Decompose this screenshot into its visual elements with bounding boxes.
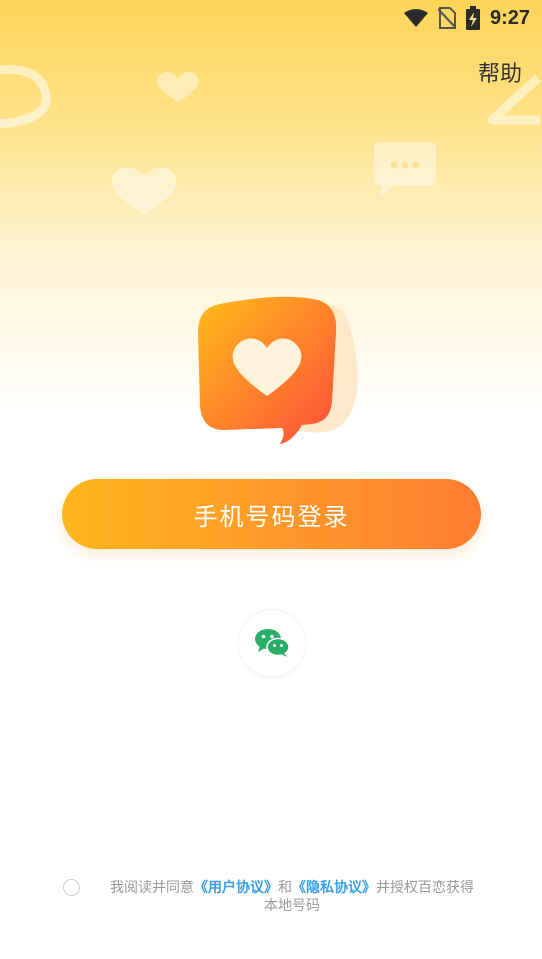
status-time: 9:27	[489, 6, 530, 29]
deco-chat-bubble-icon	[374, 142, 436, 196]
status-icons: 9:27	[403, 4, 530, 32]
user-agreement-link[interactable]: 《用户协议》	[194, 879, 278, 895]
deco-heart-icon	[156, 71, 200, 102]
wechat-login-button[interactable]	[238, 609, 306, 677]
agreement-suffix-line2: 本地号码	[264, 897, 320, 913]
status-bar: 9:27	[0, 0, 542, 36]
agreement-prefix: 我阅读并同意	[110, 879, 194, 895]
app-logo-icon	[198, 296, 358, 444]
privacy-agreement-link[interactable]: 《隐私协议》	[292, 879, 376, 895]
wifi-icon	[403, 9, 428, 27]
agreement-and: 和	[278, 879, 292, 895]
agreement-text: 我阅读并同意《用户协议》和《隐私协议》并授权百恋获得 本地号码	[92, 878, 492, 914]
wechat-icon	[255, 629, 290, 657]
help-button[interactable]: 帮助	[478, 56, 522, 88]
deco-heart-large-icon	[111, 167, 177, 214]
no-sim-icon	[437, 7, 456, 29]
deco-ring-shape	[0, 65, 51, 129]
battery-charging-icon	[465, 6, 480, 30]
agreement-suffix-line1: 并授权百恋获得	[376, 879, 474, 895]
agreement-checkbox[interactable]	[63, 879, 80, 896]
phone-login-button[interactable]: 手机号码登录	[62, 479, 481, 549]
